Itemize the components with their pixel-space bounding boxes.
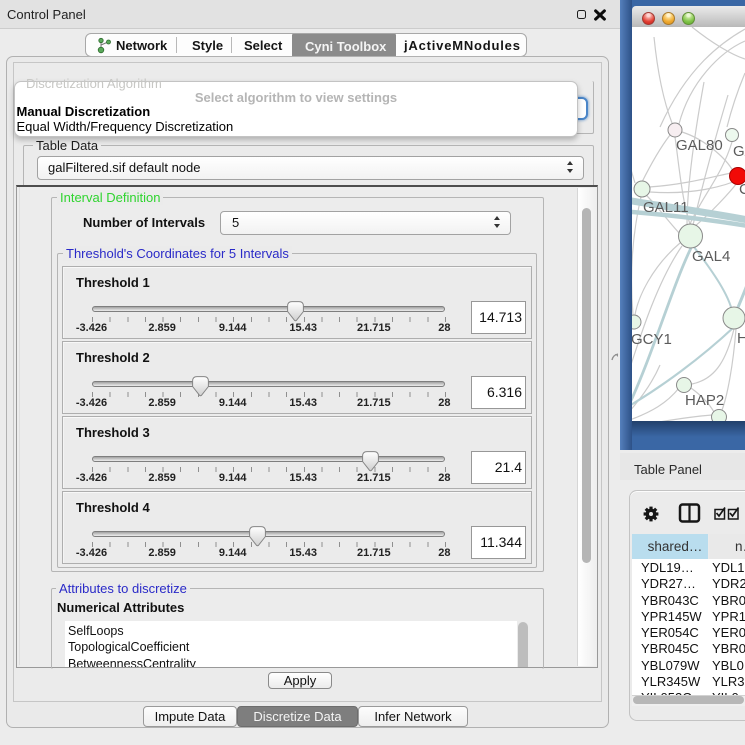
svg-text:GAL4: GAL4 xyxy=(692,248,730,265)
svg-text:GCY1: GCY1 xyxy=(632,331,672,348)
svg-text:HI: HI xyxy=(737,330,745,347)
svg-text:HAP2: HAP2 xyxy=(685,392,724,409)
svg-text:GAL80: GAL80 xyxy=(676,137,723,154)
svg-text:CD: CD xyxy=(739,181,745,198)
svg-text:GAL11: GAL11 xyxy=(643,199,689,216)
svg-text:GA: GA xyxy=(733,143,745,160)
